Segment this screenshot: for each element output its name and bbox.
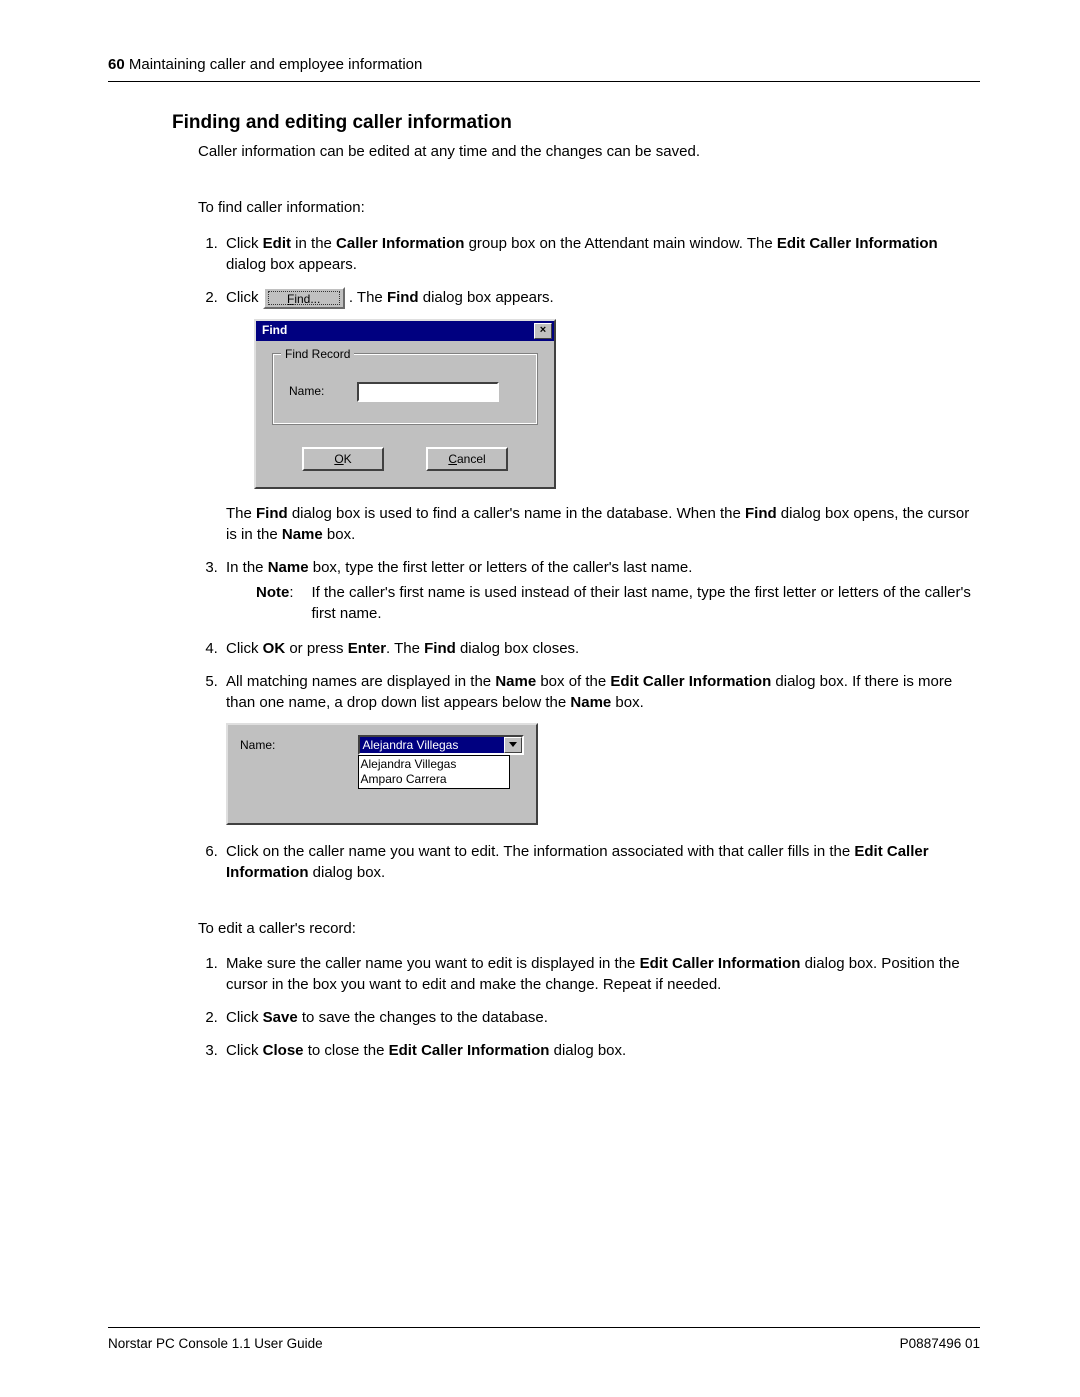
name-combobox[interactable]: Alejandra Villegas [358,735,524,755]
to-edit-lead: To edit a caller's record: [198,919,980,939]
find-steps-list: Click Edit in the Caller Information gro… [198,233,980,883]
edit-step-3: Click Close to close the Edit Caller Inf… [222,1040,980,1061]
find-step-2-followup: The Find dialog box is used to find a ca… [226,503,980,545]
find-step-1: Click Edit in the Caller Information gro… [222,233,980,275]
chevron-down-icon[interactable] [504,737,522,753]
find-dialog-titlebar[interactable]: Find × [256,321,554,341]
edit-step-2: Click Save to save the changes to the da… [222,1007,980,1028]
find-button[interactable]: Find... [263,287,345,309]
note-block: Note: If the caller's first name is used… [256,582,980,624]
chapter-title: Maintaining caller and employee informat… [129,56,423,73]
cancel-button[interactable]: Cancel [426,447,508,471]
name-label: Name: [289,383,337,400]
name-dropdown-list[interactable]: Alejandra Villegas Amparo Carrera [358,755,510,789]
find-step-6: Click on the caller name you want to edi… [222,841,980,883]
find-step-3: In the Name box, type the first letter o… [222,557,980,624]
close-icon[interactable]: × [534,323,552,339]
find-step-2: Click Find... . The Find dialog box appe… [222,287,980,545]
page-header: 60 Maintaining caller and employee infor… [108,56,980,82]
page-number: 60 [108,56,125,73]
find-dialog-title: Find [262,322,287,339]
page-footer: Norstar PC Console 1.1 User Guide P08874… [108,1327,980,1351]
footer-left: Norstar PC Console 1.1 User Guide [108,1336,323,1351]
edit-step-1: Make sure the caller name you want to ed… [222,953,980,995]
ok-button[interactable]: OK [302,447,384,471]
find-record-groupbox: Find Record Name: [272,353,538,425]
groupbox-title: Find Record [281,346,354,363]
section-title: Finding and editing caller information [172,112,980,134]
list-item[interactable]: Amparo Carrera [361,772,507,787]
find-dialog: Find × Find Record Name: OK [254,319,556,489]
intro-paragraph: Caller information can be edited at any … [198,142,980,162]
name-combobox-selected: Alejandra Villegas [360,737,504,753]
name-input[interactable] [357,382,499,402]
footer-right: P0887496 01 [900,1336,980,1351]
list-item[interactable]: Alejandra Villegas [361,757,507,772]
find-step-5: All matching names are displayed in the … [222,671,980,825]
name-panel-label: Name: [240,735,358,754]
edit-steps-list: Make sure the caller name you want to ed… [198,953,980,1061]
name-dropdown-panel: Name: Alejandra Villegas Alejandra Ville… [226,723,538,825]
note-text: If the caller's first name is used inste… [312,582,980,624]
to-find-lead: To find caller information: [198,198,980,218]
find-step-4: Click OK or press Enter. The Find dialog… [222,638,980,659]
